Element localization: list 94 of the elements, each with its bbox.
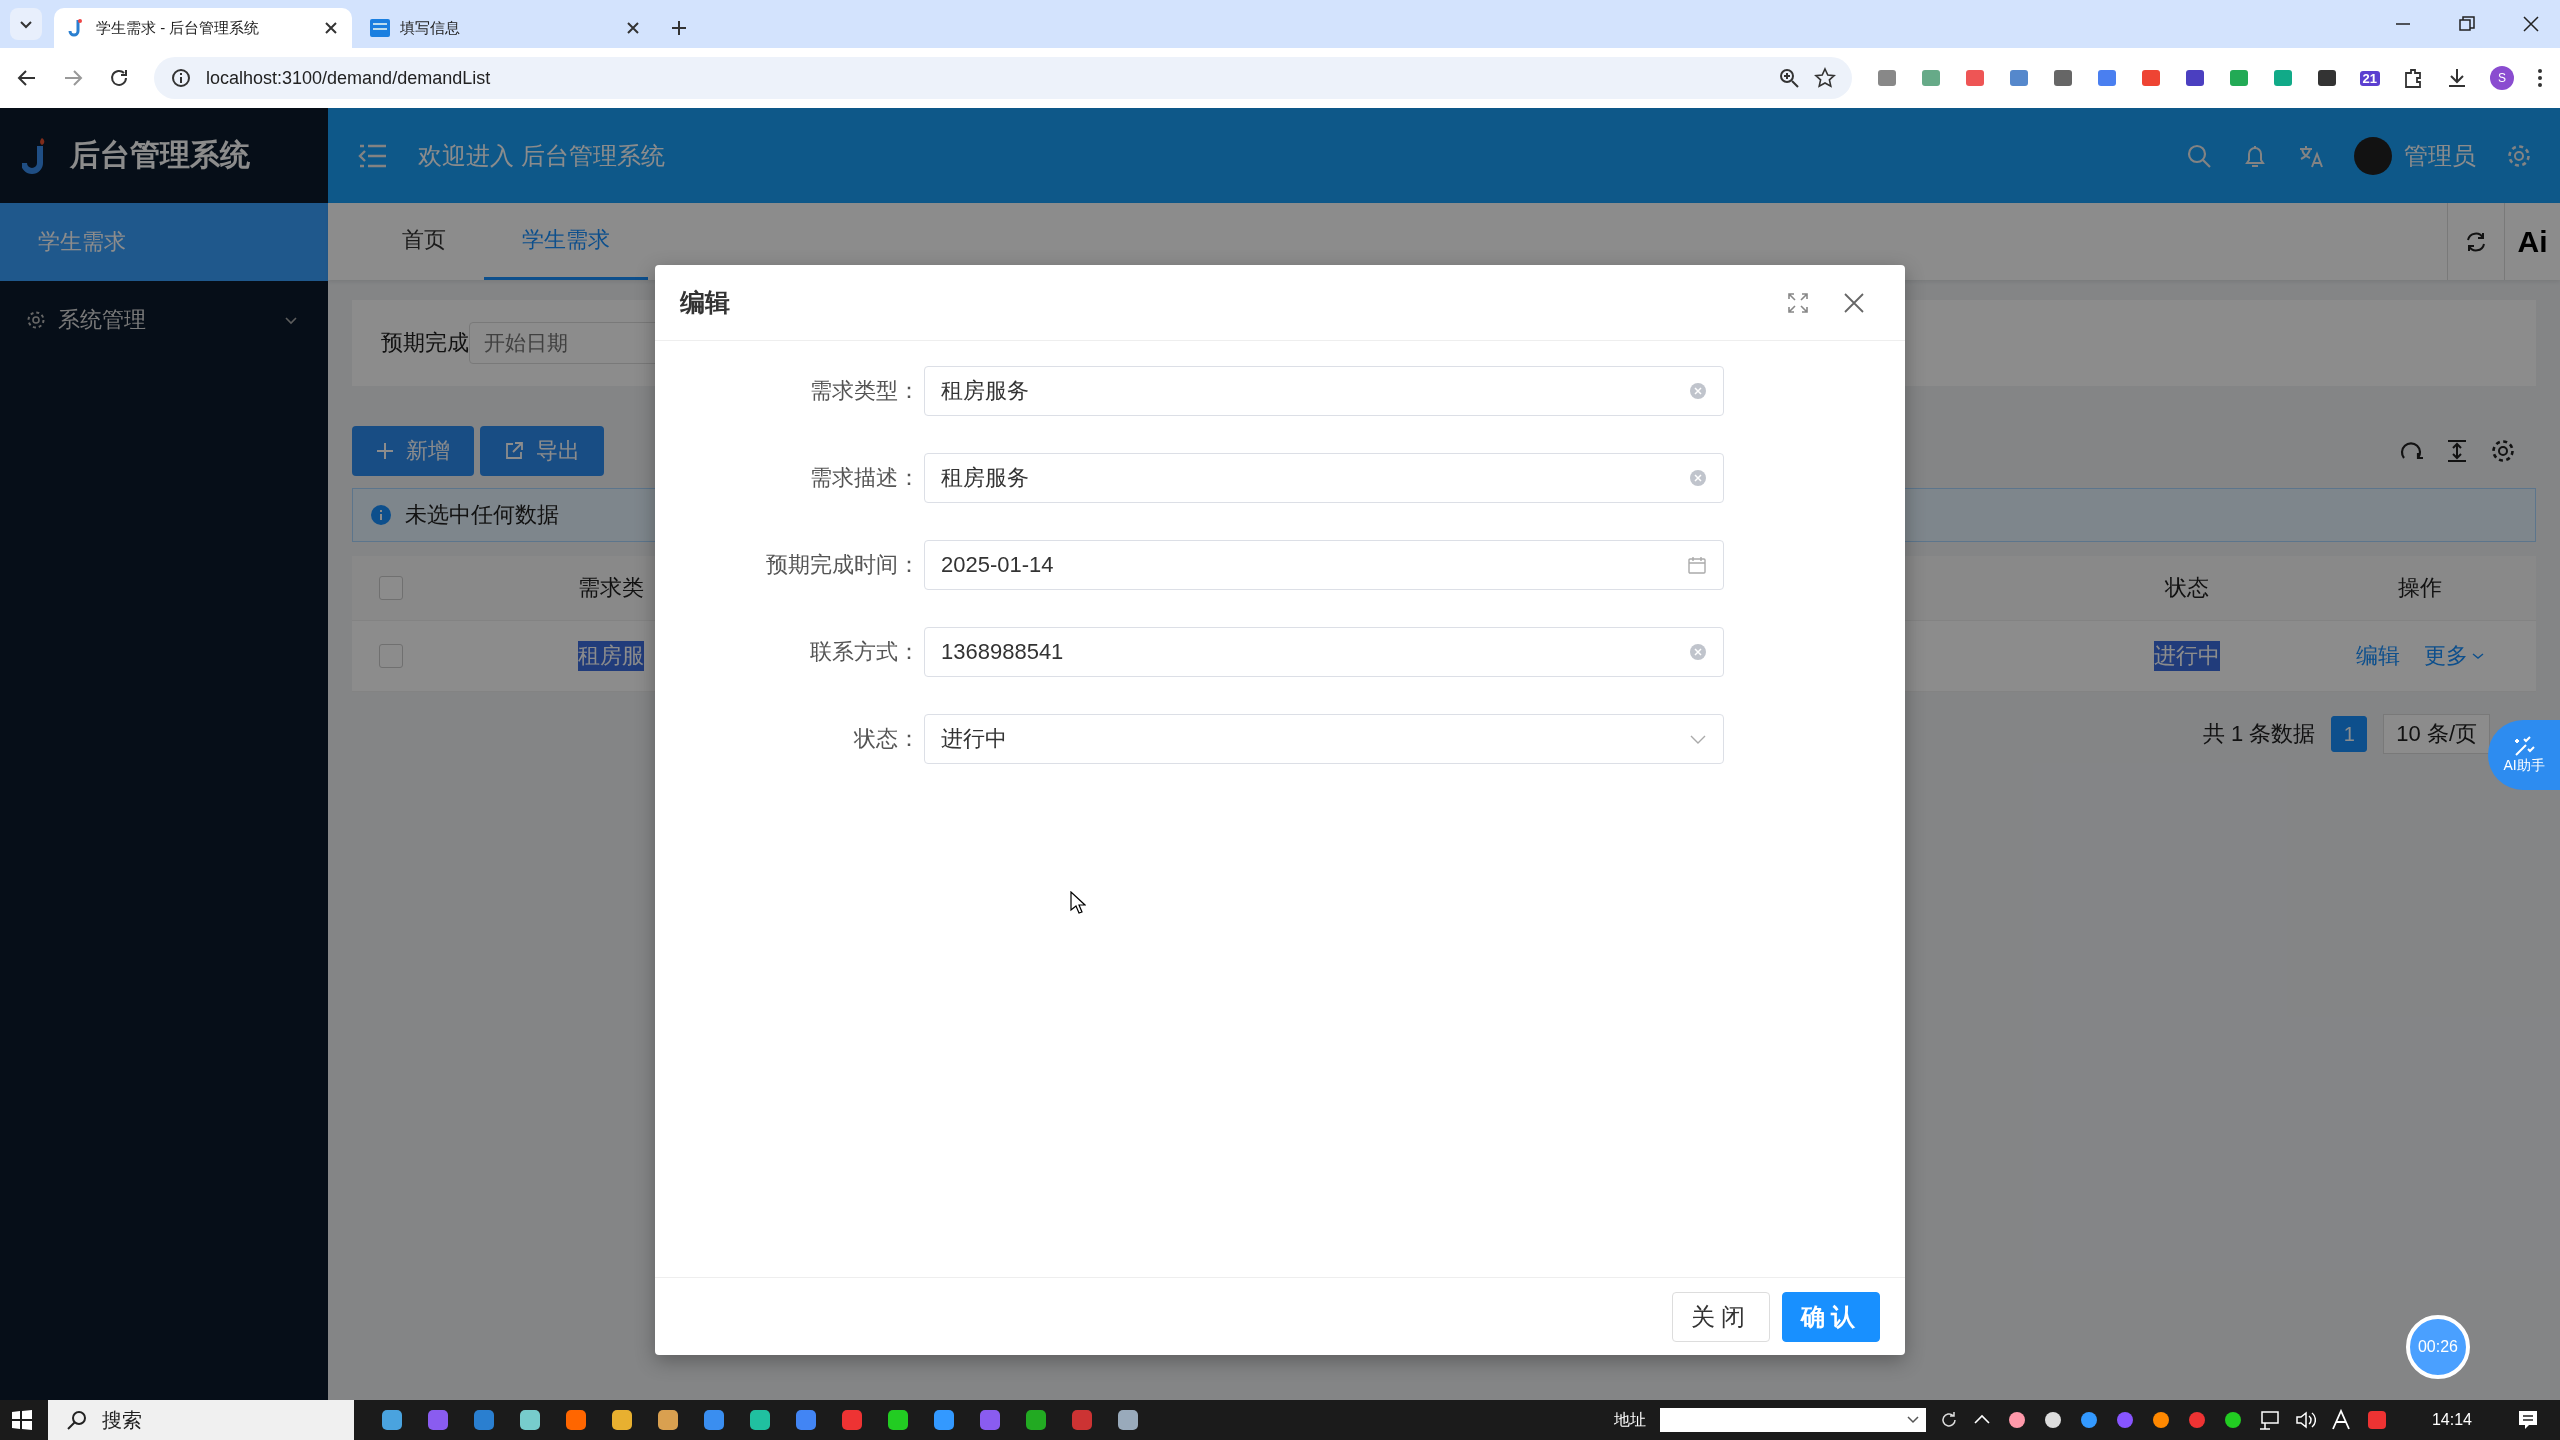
extension-icon[interactable] bbox=[2315, 67, 2338, 89]
magic-wand-icon bbox=[2512, 735, 2536, 757]
app-icon[interactable] bbox=[518, 1408, 542, 1432]
app-icon[interactable] bbox=[472, 1408, 496, 1432]
ai-helper-label: AI助手 bbox=[2503, 757, 2545, 775]
close-icon[interactable] bbox=[324, 21, 338, 35]
app-icon[interactable] bbox=[656, 1408, 680, 1432]
input-field[interactable]: 租房服务 bbox=[924, 453, 1724, 503]
brand-title: 后台管理系统 bbox=[70, 137, 250, 173]
star-icon[interactable] bbox=[1813, 67, 1836, 89]
table-cell: 租房服 bbox=[578, 641, 644, 671]
field-label: 需求类型： bbox=[809, 377, 921, 405]
app-icon[interactable] bbox=[932, 1408, 956, 1432]
page-icon bbox=[370, 19, 390, 37]
confirm-button[interactable]: 确认 bbox=[1782, 1291, 1880, 1342]
windows-start-icon[interactable] bbox=[10, 1408, 34, 1432]
new-tab-icon[interactable] bbox=[670, 19, 688, 37]
ai-helper-button[interactable]: AI助手 bbox=[2488, 720, 2560, 790]
mouse-pointer-icon bbox=[1070, 891, 1086, 915]
app-icon[interactable] bbox=[978, 1408, 1002, 1432]
zoom-icon[interactable] bbox=[1777, 67, 1800, 89]
puzzle-icon[interactable] bbox=[2402, 67, 2424, 89]
network-icon[interactable] bbox=[2257, 1409, 2280, 1431]
app-icon[interactable] bbox=[1116, 1408, 1140, 1432]
close-icon[interactable] bbox=[1843, 291, 1865, 314]
app-icon[interactable] bbox=[610, 1408, 634, 1432]
alert-text: 未选中任何数据 bbox=[405, 501, 559, 529]
app-icon[interactable] bbox=[426, 1408, 450, 1432]
extension-icon[interactable] bbox=[2051, 67, 2074, 89]
input-method-icon[interactable] bbox=[2329, 1409, 2352, 1431]
date-field[interactable]: 2025-01-14 bbox=[924, 540, 1724, 590]
welcome-text: 欢迎进入 后台管理系统 bbox=[418, 140, 665, 171]
browser-tab[interactable]: 填写信息 bbox=[356, 8, 654, 48]
browser-tab[interactable]: 学生需求 - 后台管理系统 bbox=[54, 8, 352, 48]
clock: 14:14 bbox=[2431, 1411, 2472, 1429]
app-icon[interactable] bbox=[886, 1408, 910, 1432]
close-icon[interactable] bbox=[626, 21, 640, 35]
app-icon[interactable] bbox=[380, 1408, 404, 1432]
field-label: 联系方式： bbox=[809, 638, 921, 666]
select-field[interactable]: 进行中 bbox=[924, 714, 1724, 764]
app-icon[interactable] bbox=[840, 1408, 864, 1432]
table-cell: 进行中 bbox=[2153, 641, 2220, 671]
close-icon[interactable] bbox=[2522, 15, 2540, 33]
info-icon bbox=[371, 505, 391, 525]
extension-icon[interactable] bbox=[2183, 67, 2206, 89]
filter-label: 预期完成 bbox=[381, 329, 469, 357]
plus-icon bbox=[376, 442, 394, 460]
notification-icon[interactable] bbox=[2516, 1408, 2540, 1432]
column-header: 操作 bbox=[2397, 574, 2443, 602]
field-label: 状态： bbox=[853, 725, 921, 753]
ai-button[interactable]: Ai bbox=[2504, 203, 2560, 280]
menu-icon[interactable] bbox=[2536, 67, 2544, 89]
refresh-icon[interactable] bbox=[1939, 1411, 1958, 1429]
caret-icon[interactable] bbox=[1905, 1415, 1920, 1425]
column-header: 状态 bbox=[2163, 574, 2210, 602]
app-icon[interactable] bbox=[564, 1408, 588, 1432]
export-icon bbox=[504, 441, 524, 461]
settings-icon[interactable] bbox=[2490, 438, 2516, 464]
gear-icon bbox=[26, 310, 46, 330]
caret-icon bbox=[2472, 652, 2484, 660]
reload-icon[interactable] bbox=[108, 67, 130, 89]
field-label: 预期完成时间： bbox=[765, 551, 921, 579]
app-icon[interactable] bbox=[702, 1408, 726, 1432]
info-icon[interactable] bbox=[170, 67, 192, 89]
app-icon[interactable] bbox=[748, 1408, 772, 1432]
sidebar-item[interactable]: 系统管理 bbox=[0, 281, 328, 359]
close-button[interactable]: 关闭 bbox=[1672, 1291, 1770, 1342]
app-icon[interactable] bbox=[794, 1408, 818, 1432]
profile-avatar[interactable]: S bbox=[2490, 66, 2514, 90]
download-icon[interactable] bbox=[2446, 67, 2468, 89]
page-tab[interactable]: 首页 bbox=[364, 203, 484, 280]
address-bar[interactable]: localhost:3100/demand/demandList bbox=[154, 57, 1852, 99]
dialog-title: 编辑 bbox=[680, 287, 730, 318]
volume-icon[interactable] bbox=[2293, 1409, 2316, 1431]
address-field[interactable] bbox=[1659, 1408, 1926, 1432]
chevron-icon bbox=[284, 315, 298, 325]
taskbar-search-field[interactable]: 搜索 bbox=[48, 1400, 354, 1440]
column-header: 需求类 bbox=[578, 574, 644, 602]
url-text: localhost:3100/demand/demandList bbox=[206, 67, 491, 89]
checkbox[interactable] bbox=[379, 576, 403, 600]
restore-icon[interactable] bbox=[2458, 15, 2476, 33]
avatar[interactable] bbox=[2354, 136, 2392, 175]
field-label: 需求描述： bbox=[809, 464, 921, 492]
input-field[interactable]: 1368988541 bbox=[924, 627, 1724, 677]
app-icon[interactable] bbox=[1024, 1408, 1048, 1432]
checkbox[interactable] bbox=[379, 644, 403, 668]
tab-search-button[interactable] bbox=[10, 8, 42, 40]
notification-badge: 21 bbox=[2359, 70, 2380, 86]
address-label: 地址 bbox=[1613, 1409, 1646, 1430]
fullscreen-icon[interactable] bbox=[1787, 291, 1809, 314]
search-icon bbox=[66, 1409, 88, 1431]
input-field[interactable]: 租房服务 bbox=[924, 366, 1724, 416]
page-size-select[interactable]: 10 条/页 bbox=[2383, 714, 2490, 754]
total-count: 共 1 条数据 bbox=[2202, 720, 2316, 748]
